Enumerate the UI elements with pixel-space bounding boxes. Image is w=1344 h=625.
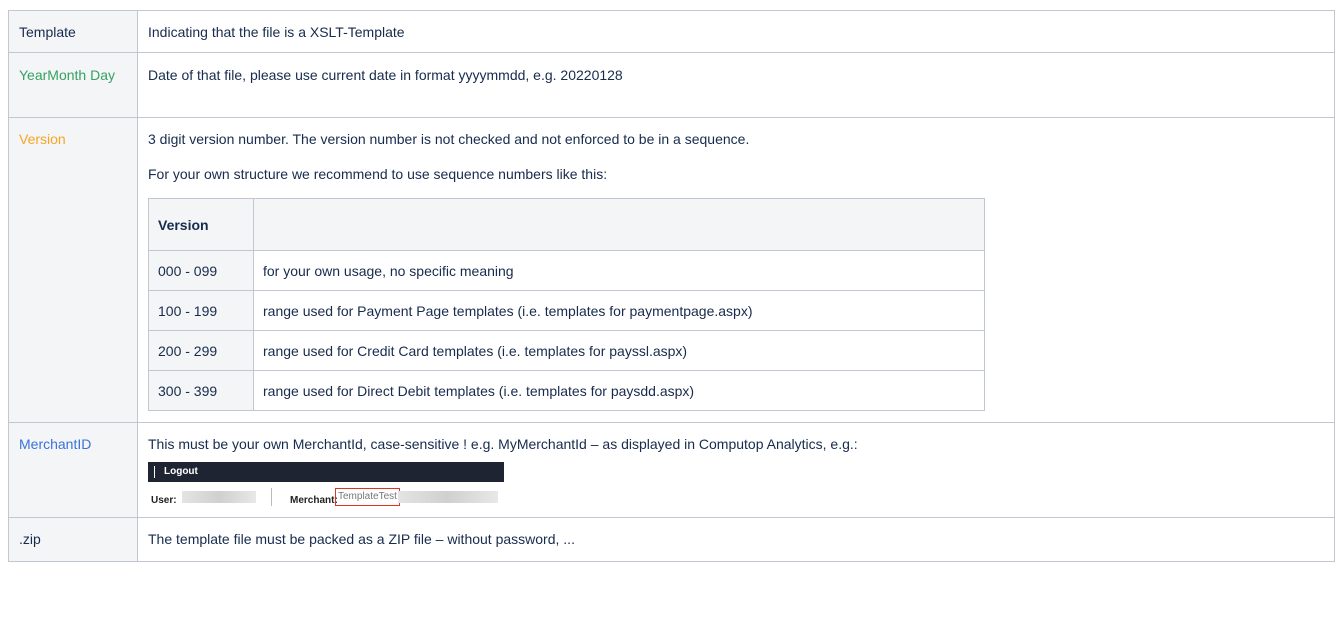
version-label: Version xyxy=(19,131,66,147)
version-range: 100 - 199 xyxy=(148,290,254,331)
table-row: 300 - 399 range used for Direct Debit te… xyxy=(148,370,985,411)
yearmonthday-label: YearMonth Day xyxy=(19,67,115,83)
row-desc-template: Indicating that the file is a XSLT-Templ… xyxy=(137,10,1335,53)
table-row: 000 - 099 for your own usage, no specifi… xyxy=(148,250,985,291)
version-range-meaning: range used for Direct Debit templates (i… xyxy=(253,370,985,411)
version-recommendation: For your own structure we recommend to u… xyxy=(148,166,608,182)
row-desc-zip: The template file must be packed as a ZI… xyxy=(137,517,1335,562)
blurred-merchant-name xyxy=(398,491,498,503)
version-range-meaning: range used for Payment Page templates (i… xyxy=(253,290,985,331)
table-row: 200 - 299 range used for Credit Card tem… xyxy=(148,330,985,371)
row-desc-yearmonthday: Date of that file, please use current da… xyxy=(137,52,1335,118)
version-ranges-table: Version 000 - 099 for your own usage, no… xyxy=(148,198,985,411)
version-range: 300 - 399 xyxy=(148,370,254,411)
analytics-user-row: User: Merchant: TemplateTest xyxy=(148,488,504,508)
table-row: Template Indicating that the file is a X… xyxy=(8,10,1335,53)
version-range-meaning: for your own usage, no specific meaning xyxy=(253,250,985,291)
row-key-version: Version xyxy=(8,117,138,423)
filename-parts-table: Template Indicating that the file is a X… xyxy=(8,10,1335,562)
merchant-label: Merchant: xyxy=(290,495,338,506)
analytics-screenshot: Logout User: Merchant: TemplateTest xyxy=(148,462,508,517)
table-row: 100 - 199 range used for Payment Page te… xyxy=(148,290,985,331)
user-label: User: xyxy=(151,495,177,506)
row-key-zip: .zip xyxy=(8,517,138,562)
table-header-row: Version xyxy=(148,198,985,251)
row-key-template: Template xyxy=(8,10,138,53)
table-row: .zip The template file must be packed as… xyxy=(8,517,1335,562)
row-desc-merchantid: This must be your own MerchantId, case-s… xyxy=(137,422,1335,518)
column-header-version: Version xyxy=(148,198,254,251)
version-range-meaning: range used for Credit Card templates (i.… xyxy=(253,330,985,371)
merchantid-description: This must be your own MerchantId, case-s… xyxy=(148,436,858,452)
column-header-description xyxy=(253,198,985,251)
table-row: MerchantID This must be your own Merchan… xyxy=(8,422,1335,518)
table-row: YearMonth Day Date of that file, please … xyxy=(8,52,1335,118)
row-key-merchantid: MerchantID xyxy=(8,422,138,518)
logout-label: Logout xyxy=(164,466,198,477)
row-key-yearmonthday: YearMonth Day xyxy=(8,52,138,118)
row-desc-version: 3 digit version number. The version numb… xyxy=(137,117,1335,423)
table-row: Version 3 digit version number. The vers… xyxy=(8,117,1335,423)
version-range: 200 - 299 xyxy=(148,330,254,371)
analytics-header-bar: Logout xyxy=(148,462,504,482)
merchantid-label: MerchantID xyxy=(19,436,92,452)
version-range: 000 - 099 xyxy=(148,250,254,291)
merchant-value-highlight: TemplateTest xyxy=(335,488,400,506)
divider xyxy=(271,488,272,506)
version-description: 3 digit version number. The version numb… xyxy=(148,131,750,147)
divider xyxy=(154,466,155,478)
blurred-user-name xyxy=(182,491,256,503)
